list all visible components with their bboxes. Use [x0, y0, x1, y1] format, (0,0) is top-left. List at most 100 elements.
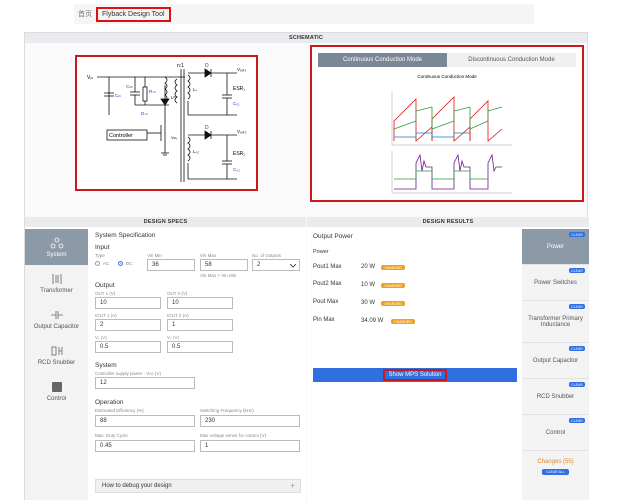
- nav-item-rcd-snubber[interactable]: RCD Snubber: [25, 337, 88, 373]
- vf2-label: V₂ (V): [167, 335, 179, 340]
- out1-v-label: OUT 1 (V): [95, 291, 116, 296]
- outputs-select[interactable]: 2: [252, 259, 300, 271]
- vcc-label: Controller supply power - Vcc (V): [95, 371, 162, 376]
- nav-item-label: Control: [46, 395, 67, 402]
- vsense-input[interactable]: 1: [200, 440, 300, 452]
- clear-all-button[interactable]: CLEAR ALL: [542, 469, 569, 475]
- result-nav-output-capacitor[interactable]: CLEAR Output Capacitor: [522, 343, 589, 379]
- pin-label: Pin Max: [313, 317, 335, 323]
- label-esr2: ESR₂: [233, 151, 245, 157]
- result-nav-label: Control: [545, 429, 566, 436]
- out2-v-input[interactable]: 10: [167, 297, 233, 309]
- label-esr1: ESR₁: [233, 86, 245, 92]
- iout1-input[interactable]: 2: [95, 319, 161, 331]
- result-nav-power-switches[interactable]: CLEAR Power Switches: [522, 265, 589, 301]
- tab-discontinuous-mode[interactable]: Discontinuous Conduction Mode: [447, 53, 576, 67]
- power-heading: Power: [313, 249, 329, 255]
- pout2-value: 10 W: [361, 282, 376, 288]
- duty-input[interactable]: 0.45: [95, 440, 195, 452]
- result-nav-label: Transformer Primary Inductance: [528, 315, 583, 328]
- radio-ac[interactable]: [95, 261, 100, 266]
- input-heading: Input: [95, 244, 110, 251]
- outputs-label: No. of Outputs: [252, 253, 282, 258]
- label-vds: Vᴅₛ: [171, 135, 178, 140]
- system-icon: [50, 237, 63, 248]
- out2-v-label: OUT 2 (V): [167, 291, 188, 296]
- system-heading: System: [95, 362, 117, 369]
- mode-tabs: Continuous Conduction Mode Discontinuous…: [318, 53, 576, 67]
- nav-item-label: RCD Snubber: [37, 359, 76, 366]
- clear-button[interactable]: CLEAR: [569, 346, 585, 351]
- results-main: Output Power Power Pout1 Max 20 W CHANGE…: [307, 229, 520, 500]
- ac-label: AC: [103, 261, 110, 266]
- result-nav-control[interactable]: CLEAR Control: [522, 415, 589, 451]
- pout-label: Pout Max: [313, 299, 339, 305]
- waveform-panel: Continuous Conduction Mode Discontinuous…: [310, 45, 584, 202]
- vf2-input[interactable]: 0.5: [167, 341, 233, 353]
- out1-v-input[interactable]: 10: [95, 297, 161, 309]
- label-vin: Vᵢₙ: [87, 75, 93, 81]
- iout2-input[interactable]: 1: [167, 319, 233, 331]
- waveform-title: Continuous Conduction Mode: [417, 74, 477, 79]
- tool-frame: SCHEMATIC Vᵢₙ Cᵢₙ Cₗₘ Rₛₙ Dₛₙ Lᵐ n:1 D V…: [24, 32, 589, 500]
- schematic-header: SCHEMATIC: [25, 33, 587, 43]
- design-results-header: DESIGN RESULTS: [307, 217, 589, 227]
- control-icon: [51, 381, 62, 392]
- vf1-input[interactable]: 0.5: [95, 341, 161, 353]
- clear-button[interactable]: CLEAR: [569, 382, 585, 387]
- nav-item-transformer[interactable]: Transformer: [25, 265, 88, 301]
- label-vout1: Vₒᵤₜ₁: [237, 67, 247, 72]
- label-l2: Lₛ₂: [193, 149, 199, 154]
- nav-item-control[interactable]: Control: [25, 373, 88, 409]
- changed-badge: CHANGED: [381, 265, 405, 270]
- pout2-label: Pout2 Max: [313, 281, 342, 287]
- flyback-circuit-diagram: Vᵢₙ Cᵢₙ Cₗₘ Rₛₙ Dₛₙ Lᵐ n:1 D Vₒᵤₜ₁ ESR₁ …: [87, 63, 247, 182]
- clear-button[interactable]: CLEAR: [569, 304, 585, 309]
- chevron-down-icon: [290, 264, 296, 268]
- result-nav-rcd-snubber[interactable]: CLEAR RCD Snubber: [522, 379, 589, 415]
- dc-label: DC: [126, 261, 133, 266]
- nav-item-output-capacitor[interactable]: Output Capacitor: [25, 301, 88, 337]
- fsw-input[interactable]: 230: [200, 415, 300, 427]
- label-d2: D: [205, 125, 209, 131]
- schematic-circuit-panel: Vᵢₙ Cᵢₙ Cₗₘ Rₛₙ Dₛₙ Lᵐ n:1 D Vₒᵤₜ₁ ESR₁ …: [75, 55, 258, 191]
- result-nav-transformer[interactable]: CLEAR Transformer Primary Inductance: [522, 301, 589, 343]
- results-title: Output Power: [313, 233, 353, 240]
- changes-count: Changes (55): [537, 459, 574, 465]
- label-lm: Lᵐ: [171, 95, 177, 100]
- fsw-label: Switching Frequency (kHz): [200, 408, 254, 413]
- radio-dc[interactable]: [118, 261, 123, 266]
- pout-value: 30 W: [361, 300, 376, 306]
- transformer-icon: [52, 273, 61, 284]
- label-cin: Cᵢₙ: [115, 93, 121, 98]
- iout2-label: IOUT 2 (A): [167, 313, 189, 318]
- clear-button[interactable]: CLEAR: [569, 418, 585, 423]
- debug-label: How to debug your design: [102, 483, 172, 489]
- label-rsn: Rₛₙ: [149, 89, 156, 94]
- design-specs-panel: DESIGN SPECS System Transformer Output C…: [25, 217, 306, 500]
- label-ratio: n:1: [177, 63, 184, 69]
- mps-button-label: Show MPS Solution: [383, 369, 447, 381]
- type-label: Type: [95, 253, 105, 258]
- result-nav-power[interactable]: CLEAR Power: [522, 229, 589, 265]
- spec-title: System Specification: [95, 232, 156, 239]
- vin-max-input[interactable]: 58: [200, 259, 248, 271]
- breadcrumb-home[interactable]: 首页: [78, 9, 92, 19]
- vcc-input[interactable]: 12: [95, 377, 195, 389]
- clear-button[interactable]: CLEAR: [569, 232, 585, 237]
- breadcrumb-current[interactable]: Flyback Design Tool: [96, 6, 171, 22]
- debug-accordion[interactable]: How to debug your design +: [95, 479, 301, 493]
- result-nav-label: Output Capacitor: [532, 357, 579, 364]
- iout1-label: IOUT 1 (A): [95, 313, 117, 318]
- nav-item-label: Transformer: [40, 287, 73, 294]
- vin-min-input[interactable]: 36: [147, 259, 195, 271]
- changed-badge: CHANGED: [391, 319, 415, 324]
- changed-badge: CHANGED: [381, 301, 405, 306]
- clear-button[interactable]: CLEAR: [569, 268, 585, 273]
- show-mps-solution-button[interactable]: Show MPS Solution: [313, 368, 517, 382]
- tab-continuous-mode[interactable]: Continuous Conduction Mode: [318, 53, 447, 67]
- label-dsn: Dₛₙ: [141, 111, 148, 116]
- result-nav-label: Power: [546, 243, 564, 250]
- nav-item-system[interactable]: System: [25, 229, 88, 265]
- efficiency-input[interactable]: 88: [95, 415, 195, 427]
